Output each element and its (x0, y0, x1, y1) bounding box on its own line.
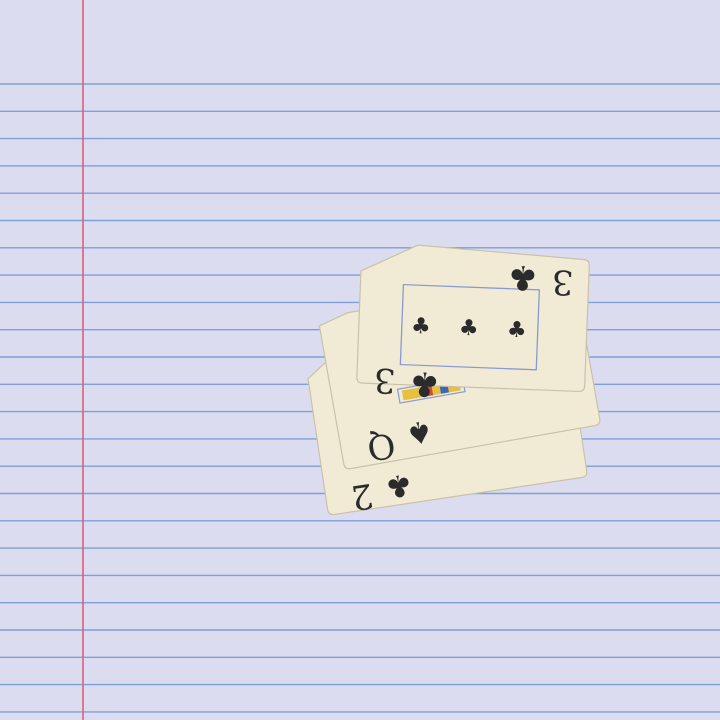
playing-card-3-clubs[interactable]: ♣ ♣ ♣ 3 ♣ 3 ♣ (356, 243, 590, 410)
club-suit-icon: ♣ (507, 257, 539, 298)
card-rank-3: 3 (373, 360, 396, 401)
club-pip-icon: ♣ (458, 316, 479, 342)
club-suit-icon: ♣ (383, 466, 415, 505)
card-rank-3: 3 (551, 261, 574, 302)
club-pip-icon: ♣ (410, 314, 431, 340)
card-fan: 2 ♣ Q ♠ ♣ ♣ ♣ 3 ♣ 3 ♣ (307, 243, 601, 518)
club-pip-icon: ♣ (506, 318, 527, 344)
club-suit-icon: ♣ (409, 363, 441, 404)
